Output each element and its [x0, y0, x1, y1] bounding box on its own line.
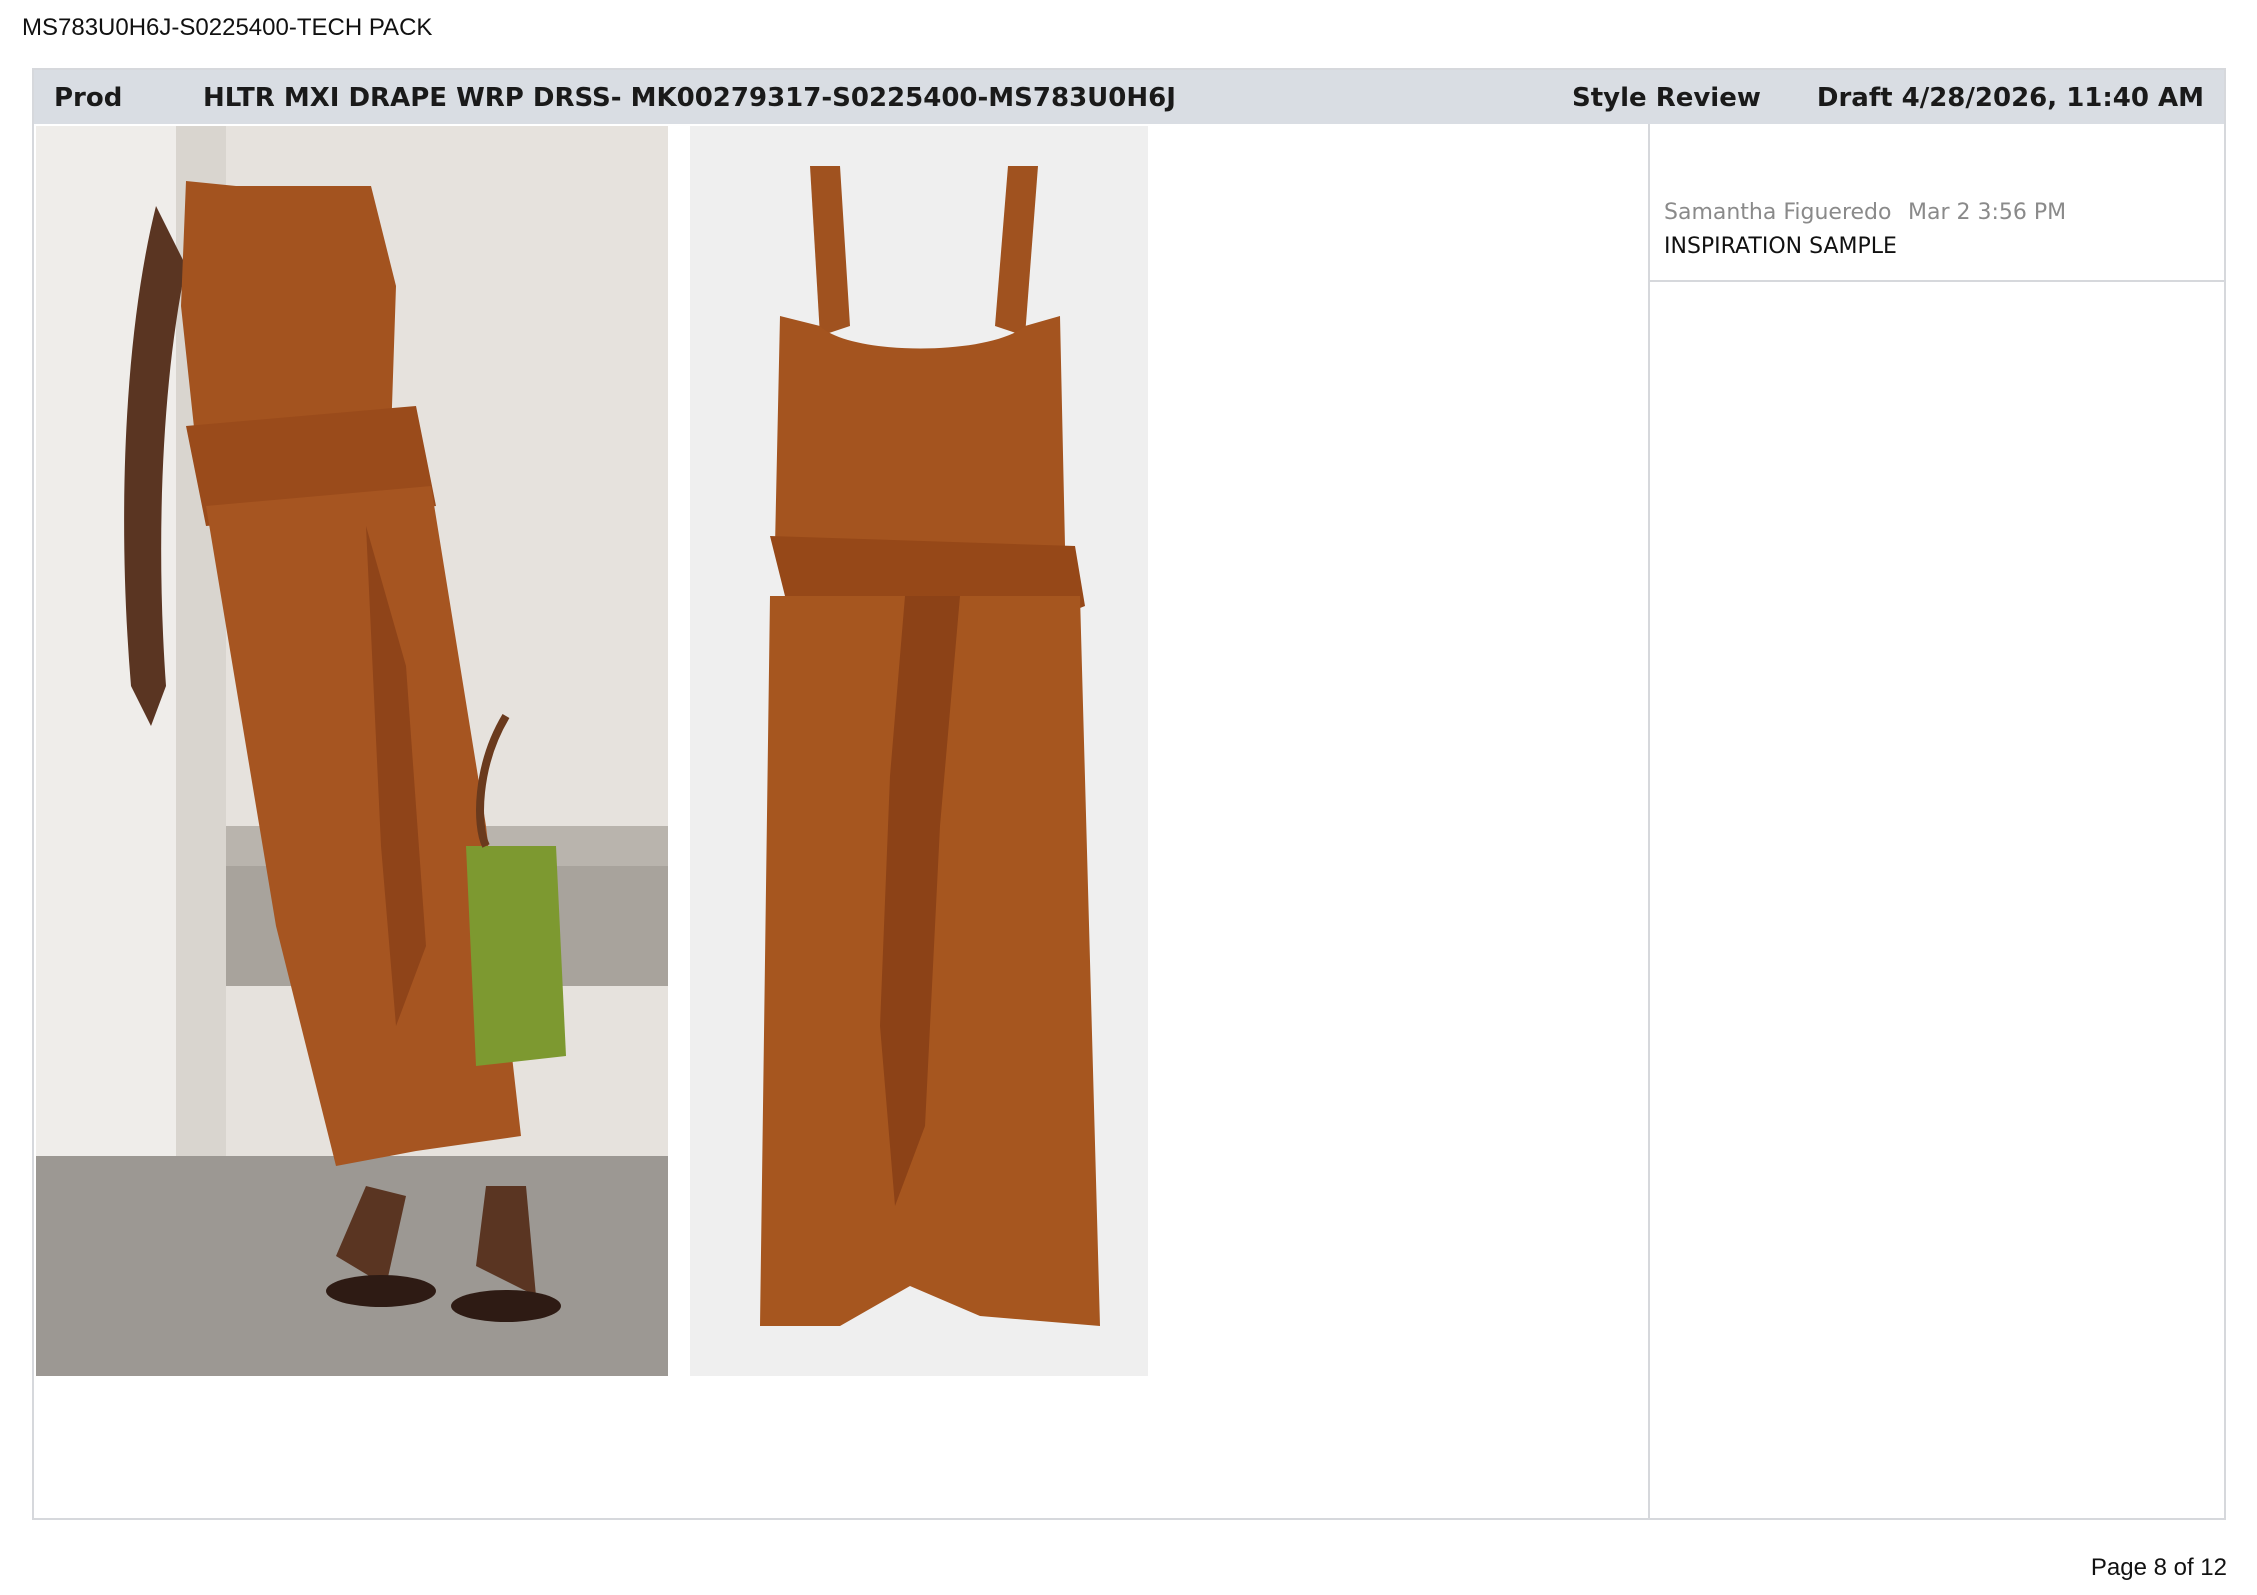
draft-status: Draft 4/28/2026, 11:40 AM	[1816, 83, 2204, 113]
style-review-frame: Prod HLTR MXI DRAPE WRP DRSS- MK00279317…	[32, 68, 2226, 1520]
stage-label: Prod	[54, 83, 123, 113]
product-photo	[690, 126, 1148, 1376]
comment-card: Samantha Figueredo Mar 2 3:56 PM INSPIRA…	[1650, 124, 2224, 282]
comment-time: Mar 2 3:56 PM	[1908, 200, 2067, 225]
header-bar: Prod HLTR MXI DRAPE WRP DRSS- MK00279317…	[34, 70, 2224, 124]
style-title: HLTR MXI DRAPE WRP DRSS- MK00279317-S022…	[203, 83, 1176, 113]
page-number: Page 8 of 12	[2090, 1554, 2227, 1581]
section-label: Style Review	[1572, 83, 1761, 113]
comment-divider	[1648, 124, 1650, 1520]
model-photo	[36, 126, 668, 1376]
comment-author: Samantha Figueredo	[1664, 200, 1892, 225]
comment-text: INSPIRATION SAMPLE	[1664, 234, 1897, 259]
document-id: MS783U0H6J-S0225400-TECH PACK	[22, 14, 433, 41]
